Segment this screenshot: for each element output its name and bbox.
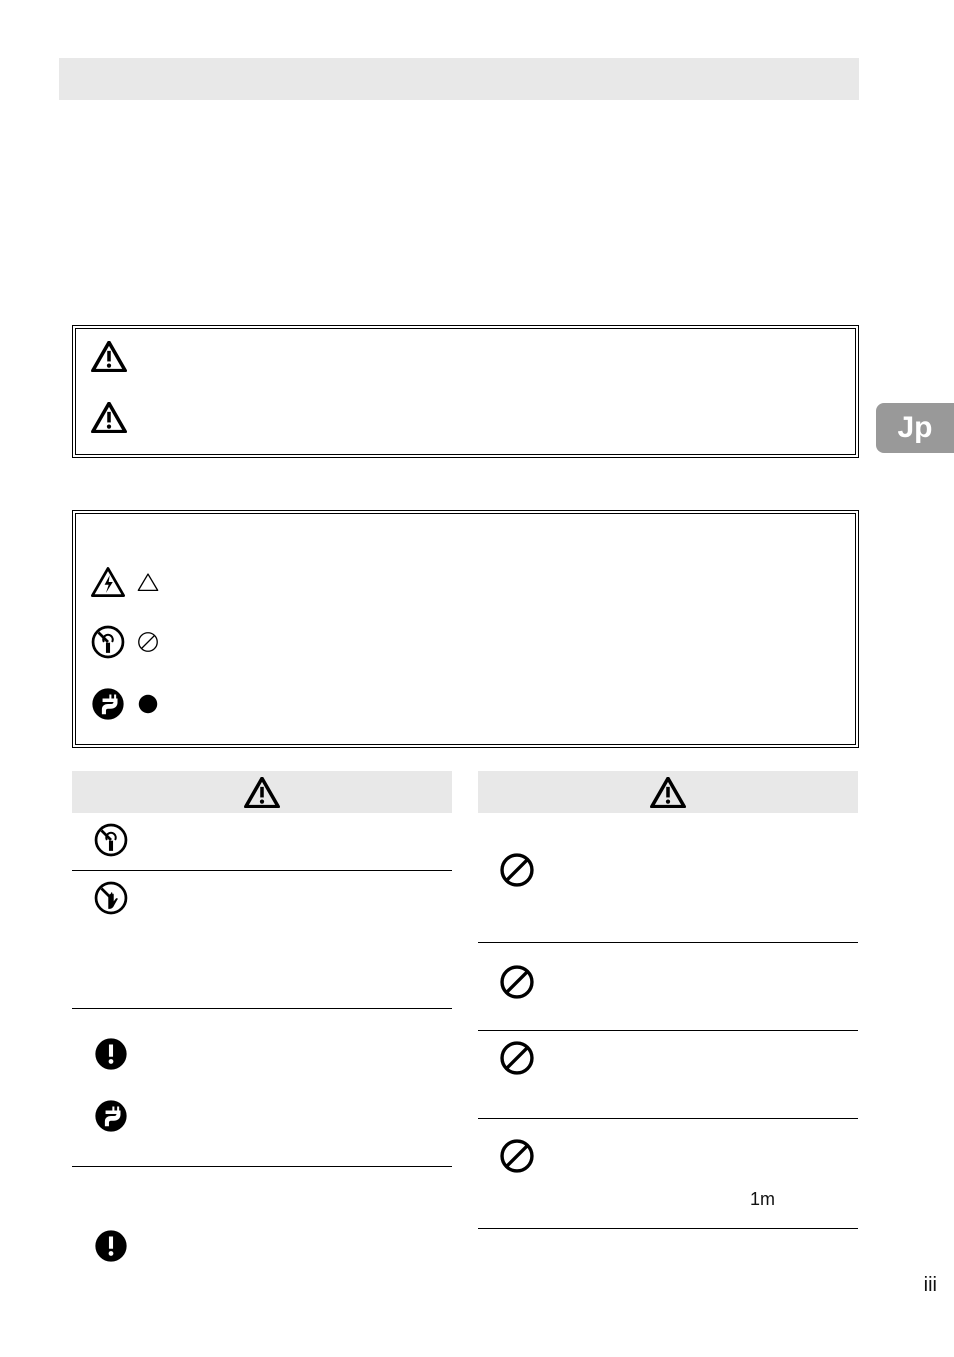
- mandatory-exclamation-icon: [94, 1229, 128, 1263]
- def-row-caution: [91, 402, 127, 433]
- legend-row-prohibition: [91, 625, 159, 659]
- columns: 1m: [72, 771, 859, 1298]
- warning-triangle-icon: [650, 777, 686, 808]
- col-header-warning: [72, 771, 452, 813]
- distance-label: 1m: [750, 1189, 775, 1210]
- no-disassemble-icon: [91, 625, 125, 659]
- page-number: iii: [924, 1274, 937, 1297]
- no-touch-icon: [94, 881, 128, 915]
- warning-entry-4: [72, 1167, 452, 1298]
- warning-entry-3: [72, 1009, 452, 1167]
- title-bar: [59, 58, 859, 100]
- prohibition-icon: [500, 1041, 534, 1075]
- solid-circle-icon: [137, 693, 159, 715]
- electric-shock-triangle-icon: [91, 565, 125, 599]
- legend-row-caution: [91, 565, 159, 599]
- no-disassemble-icon: [94, 823, 128, 857]
- caution-entry-2: [478, 943, 858, 1031]
- unplug-icon: [91, 687, 125, 721]
- column-caution: 1m: [478, 771, 858, 1298]
- warning-triangle-icon: [91, 402, 127, 433]
- warning-entry-1: [72, 813, 452, 871]
- caution-entry-1: [478, 813, 858, 943]
- warning-triangle-icon: [91, 341, 127, 372]
- legend-box: [72, 510, 859, 748]
- warning-triangle-icon: [244, 777, 280, 808]
- language-tab-label: Jp: [897, 411, 932, 445]
- prohibition-outline-icon: [137, 631, 159, 653]
- warning-entry-2: [72, 871, 452, 1009]
- prohibition-icon: [500, 853, 534, 887]
- caution-entry-4: 1m: [478, 1119, 858, 1229]
- language-tab-jp: Jp: [876, 403, 954, 453]
- definition-box: [72, 325, 859, 458]
- legend-row-mandatory: [91, 687, 159, 721]
- mandatory-exclamation-icon: [94, 1037, 128, 1071]
- prohibition-icon: [500, 965, 534, 999]
- caution-entry-3: [478, 1031, 858, 1119]
- outline-triangle-icon: [137, 571, 159, 593]
- def-row-warning: [91, 341, 127, 372]
- col-header-caution: [478, 771, 858, 813]
- column-warning: [72, 771, 452, 1298]
- prohibition-icon: [500, 1139, 534, 1173]
- unplug-icon: [94, 1099, 128, 1133]
